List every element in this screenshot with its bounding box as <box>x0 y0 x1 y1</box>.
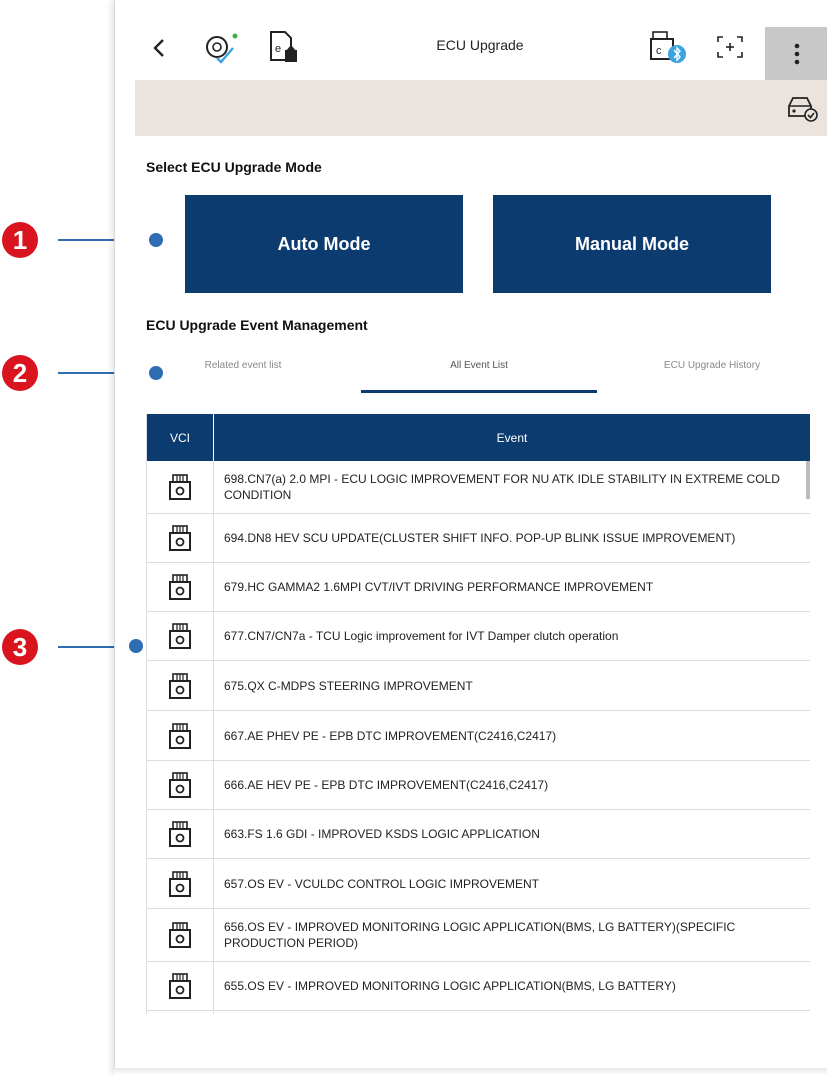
table-row[interactable]: 655.OS EV - IMPROVED MONITORING LOGIC AP… <box>147 962 810 1011</box>
event-name: 663.FS 1.6 GDI - IMPROVED KSDS LOGIC APP… <box>224 827 540 841</box>
callout-badge-1: 1 <box>2 222 38 258</box>
event-section-title: ECU Upgrade Event Management <box>146 317 368 333</box>
table-header: VCI Event <box>147 414 810 461</box>
event-name: 666.AE HEV PE - EPB DTC IMPROVEMENT(C241… <box>224 778 549 792</box>
vehicle-info-bar <box>135 80 827 136</box>
callout-dot-3 <box>129 639 143 653</box>
selected-tab-indicator <box>361 390 597 393</box>
vci-icon <box>147 563 214 611</box>
event-name: 655.OS EV - IMPROVED MONITORING LOGIC AP… <box>224 979 676 993</box>
event-name: 675.QX C-MDPS STEERING IMPROVEMENT <box>224 678 473 693</box>
tab-ecu-upgrade-history[interactable]: ECU Upgrade History <box>612 360 812 371</box>
manual-mode-button[interactable]: Manual Mode <box>493 195 771 293</box>
vci-icon <box>147 661 214 710</box>
file-upload-icon[interactable]: e <box>267 30 301 66</box>
vci-icon <box>147 612 214 660</box>
column-header-vci: VCI <box>147 414 214 461</box>
table-row[interactable]: 657.OS EV - VCULDC CONTROL LOGIC IMPROVE… <box>147 859 810 909</box>
page-title: ECU Upgrade <box>436 37 524 53</box>
table-row[interactable]: 667.AE PHEV PE - EPB DTC IMPROVEMENT(C24… <box>147 711 810 761</box>
vehicle-scan-check-icon[interactable] <box>201 30 241 66</box>
event-name: 694.DN8 HEV SCU UPDATE(CLUSTER SHIFT INF… <box>224 531 736 545</box>
tab-all-event-list[interactable]: All Event List <box>379 360 579 371</box>
screen-bottom-edge <box>114 1068 827 1075</box>
table-row[interactable]: 666.AE HEV PE - EPB DTC IMPROVEMENT(C241… <box>147 761 810 810</box>
event-name: 667.AE PHEV PE - EPB DTC IMPROVEMENT(C24… <box>224 728 557 743</box>
table-row[interactable]: 679.HC GAMMA2 1.6MPI CVT/IVT DRIVING PER… <box>147 563 810 612</box>
more-vertical-icon <box>794 43 799 64</box>
svg-text:c: c <box>656 45 662 57</box>
auto-mode-button[interactable]: Auto Mode <box>185 195 463 293</box>
column-header-event: Event <box>496 430 528 445</box>
event-name: 677.CN7/CN7a - TCU Logic improvement for… <box>224 629 619 643</box>
vci-icon <box>147 761 214 809</box>
callout-dot-1 <box>149 233 163 247</box>
table-row[interactable] <box>147 1011 810 1014</box>
table-row[interactable]: 663.FS 1.6 GDI - IMPROVED KSDS LOGIC APP… <box>147 810 810 859</box>
svg-text:e: e <box>275 43 281 55</box>
table-row[interactable]: 698.CN7(a) 2.0 MPI - ECU LOGIC IMPROVEME… <box>147 461 810 514</box>
vci-icon <box>147 711 214 760</box>
table-body: 698.CN7(a) 2.0 MPI - ECU LOGIC IMPROVEME… <box>147 461 810 1014</box>
vci-icon <box>147 810 214 858</box>
event-name: 657.OS EV - VCULDC CONTROL LOGIC IMPROVE… <box>224 876 539 891</box>
vci-icon <box>147 514 214 562</box>
fullscreen-expand-icon[interactable] <box>715 34 745 60</box>
vehicle-check-icon[interactable] <box>785 94 821 124</box>
vci-bluetooth-icon[interactable]: c <box>647 28 691 68</box>
more-options-button[interactable] <box>765 27 827 80</box>
table-scrollbar[interactable] <box>806 461 810 499</box>
table-row[interactable]: 677.CN7/CN7a - TCU Logic improvement for… <box>147 612 810 661</box>
table-row[interactable]: 656.OS EV - IMPROVED MONITORING LOGIC AP… <box>147 909 810 962</box>
tab-related-event-list[interactable]: Related event list <box>143 360 343 371</box>
event-name <box>214 1011 810 1014</box>
callout-badge-2: 2 <box>2 355 38 391</box>
event-table: VCI Event 698.CN7(a) 2.0 MPI - ECU LOGIC… <box>146 414 810 1014</box>
vci-icon <box>147 1011 214 1014</box>
callout-badge-3: 3 <box>2 629 38 665</box>
event-name: 698.CN7(a) 2.0 MPI - ECU LOGIC IMPROVEME… <box>224 472 780 502</box>
vci-icon <box>147 909 214 961</box>
tablet-screen: e ECU Upgrade c Select ECU Upgrade Mode … <box>114 0 827 1075</box>
vci-icon <box>147 461 214 513</box>
table-row[interactable]: 694.DN8 HEV SCU UPDATE(CLUSTER SHIFT INF… <box>147 514 810 563</box>
mode-section-title: Select ECU Upgrade Mode <box>146 159 322 175</box>
top-app-bar: e ECU Upgrade c <box>115 0 827 80</box>
vci-icon <box>147 962 214 1010</box>
vci-icon <box>147 859 214 908</box>
callout-dot-2 <box>149 366 163 380</box>
event-name: 679.HC GAMMA2 1.6MPI CVT/IVT DRIVING PER… <box>224 580 654 594</box>
event-name: 656.OS EV - IMPROVED MONITORING LOGIC AP… <box>224 920 736 950</box>
table-row[interactable]: 675.QX C-MDPS STEERING IMPROVEMENT <box>147 661 810 711</box>
back-arrow-icon[interactable] <box>149 36 169 60</box>
